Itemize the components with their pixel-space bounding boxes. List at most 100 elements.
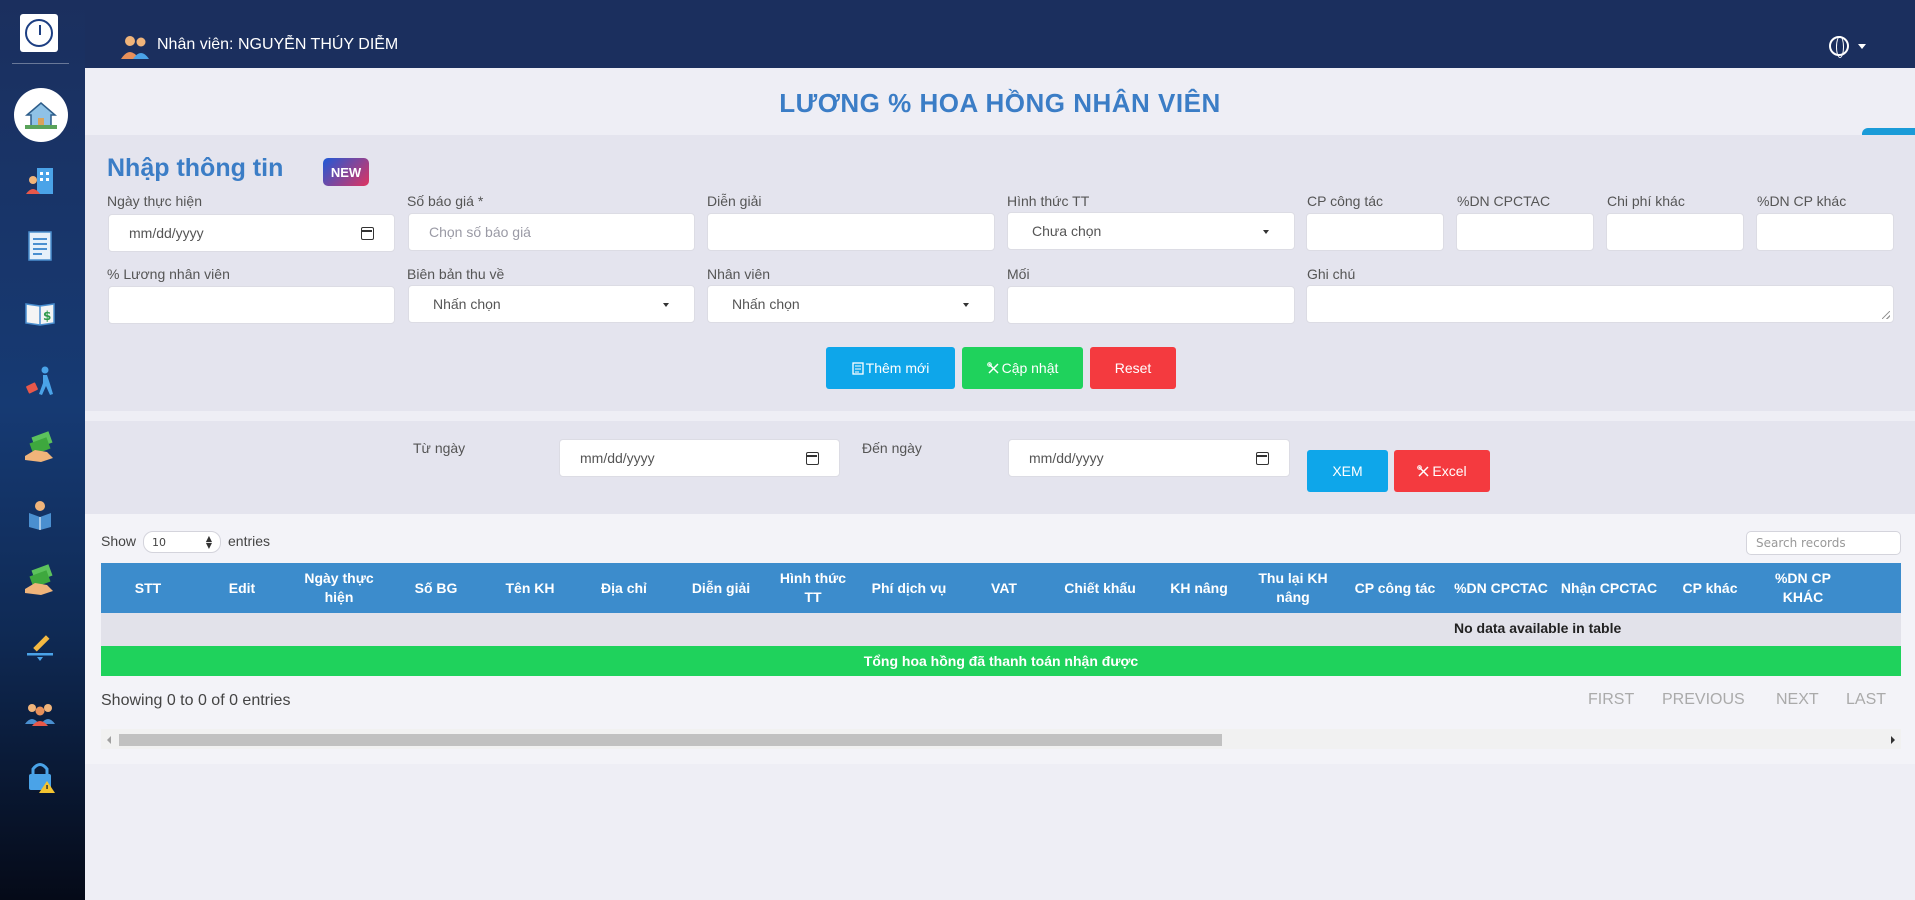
sidebar-item-accounting[interactable]: $ — [21, 294, 59, 332]
column-header[interactable]: Thu lại KH nâng — [1243, 563, 1343, 613]
column-header[interactable]: KH nâng — [1155, 563, 1243, 613]
tools-icon — [1417, 464, 1429, 477]
up-down-icon: ▲ ▼ — [205, 534, 212, 550]
sidebar-item-security[interactable] — [21, 758, 59, 796]
clock-logo-icon — [25, 19, 53, 47]
column-header[interactable]: %DN CP KHÁC — [1757, 563, 1849, 613]
empty-table-row — [101, 613, 1901, 646]
column-header[interactable]: CP khác — [1663, 563, 1757, 613]
add-new-button[interactable]: Thêm mới — [826, 347, 955, 389]
cp-cong-tac-input[interactable] — [1306, 213, 1444, 251]
column-header[interactable]: Số BG — [389, 563, 483, 613]
so-bao-gia-placeholder: Chọn số báo giá — [429, 224, 531, 240]
sidebar-item-home[interactable] — [14, 88, 68, 142]
to-date-input[interactable]: mm/dd/yyyy — [1008, 439, 1290, 477]
money-hand-icon — [25, 564, 53, 595]
money-hand-icon — [25, 431, 53, 462]
search-placeholder: Search records — [1756, 536, 1846, 550]
sidebar-item-business-trip[interactable] — [21, 362, 59, 400]
search-input[interactable]: Search records — [1746, 531, 1901, 555]
table-header: STT Edit Ngày thực hiện Số BG Tên KH Địa… — [101, 563, 1901, 613]
calendar-icon[interactable] — [1256, 452, 1269, 465]
sidebar-item-training[interactable] — [21, 495, 59, 533]
svg-text:$: $ — [43, 309, 51, 323]
label-cp-cong-tac: CP công tác — [1307, 193, 1384, 209]
dien-giai-input[interactable] — [707, 213, 995, 251]
label-dien-giai: Diễn giải — [707, 193, 762, 209]
excel-button[interactable]: Excel — [1394, 450, 1490, 492]
dn-cpctac-input[interactable] — [1456, 213, 1594, 251]
travel-icon — [26, 366, 53, 395]
column-header[interactable]: Nhận CPCTAC — [1555, 563, 1663, 613]
top-bar: Nhân viên: NGUYỄN THÚY DIỄM — [85, 0, 1915, 68]
app-logo[interactable] — [20, 14, 58, 52]
scroll-left-arrow-icon[interactable] — [107, 736, 111, 744]
nhan-vien-select[interactable]: Nhấn chọn — [707, 285, 995, 323]
column-header[interactable]: %DN CPCTAC — [1447, 563, 1555, 613]
column-header[interactable]: Tên KH — [483, 563, 577, 613]
sidebar-item-signing[interactable] — [21, 627, 59, 665]
reader-icon — [29, 501, 51, 530]
label-chi-phi-khac: Chi phí khác — [1607, 193, 1685, 209]
pagination-first[interactable]: FIRST — [1588, 691, 1634, 709]
excel-label: Excel — [1432, 463, 1467, 479]
nhan-vien-value: Nhấn chọn — [732, 296, 800, 312]
ghi-chu-textarea[interactable] — [1306, 285, 1894, 323]
column-header[interactable]: Phí dịch vụ — [855, 563, 963, 613]
page-title: LƯƠNG % HOA HỒNG NHÂN VIÊN — [779, 88, 1221, 118]
calendar-icon[interactable] — [806, 452, 819, 465]
bien-ban-thu-ve-select[interactable]: Nhấn chọn — [408, 285, 695, 323]
so-bao-gia-select[interactable]: Chọn số báo giá — [408, 213, 695, 251]
table-info: Showing 0 to 0 of 0 entries — [101, 692, 291, 709]
document-list-icon — [28, 231, 52, 261]
pagination-last[interactable]: LAST — [1846, 691, 1886, 709]
sidebar-item-employees[interactable] — [21, 694, 59, 732]
sidebar-item-commission[interactable] — [21, 561, 59, 599]
sidebar-item-staff[interactable] — [21, 162, 59, 200]
show-label: Show — [101, 533, 137, 549]
label-nhan-vien: Nhân viên — [707, 266, 771, 282]
column-header[interactable]: Địa chỉ — [577, 563, 671, 613]
label-ghi-chu: Ghi chú — [1307, 266, 1356, 282]
sidebar-item-payments[interactable] — [21, 428, 59, 466]
column-header[interactable]: Diễn giải — [671, 563, 771, 613]
date-placeholder: mm/dd/yyyy — [129, 225, 204, 241]
view-button[interactable]: XEM — [1307, 450, 1388, 492]
update-button[interactable]: Cập nhật — [962, 347, 1083, 389]
chevron-down-icon[interactable] — [1858, 44, 1866, 49]
luong-nhan-vien-input[interactable] — [108, 286, 395, 324]
reset-button[interactable]: Reset — [1090, 347, 1176, 389]
pagination-next[interactable]: NEXT — [1776, 691, 1819, 709]
chevron-down-icon — [1263, 230, 1269, 234]
language-globe-icon[interactable] — [1829, 36, 1849, 58]
label-dn-cpctac: %DN CPCTAC — [1457, 193, 1551, 209]
sidebar-item-documents[interactable] — [21, 227, 59, 265]
column-header[interactable]: Chiết khấu — [1045, 563, 1155, 613]
from-date-input[interactable]: mm/dd/yyyy — [559, 439, 840, 477]
moi-input[interactable] — [1007, 286, 1295, 324]
calendar-icon[interactable] — [361, 227, 374, 240]
column-header[interactable]: Ngày thực hiện — [289, 563, 389, 613]
chi-phi-khac-input[interactable] — [1606, 213, 1744, 251]
hinh-thuc-tt-select[interactable]: Chưa chọn — [1007, 212, 1295, 250]
pagination-previous[interactable]: PREVIOUS — [1662, 691, 1745, 709]
resize-handle[interactable] — [1882, 311, 1890, 319]
column-header[interactable]: CP công tác — [1343, 563, 1447, 613]
add-new-label: Thêm mới — [865, 360, 930, 376]
hinh-thuc-tt-value: Chưa chọn — [1032, 223, 1102, 239]
column-header[interactable]: Edit — [195, 563, 289, 613]
entries-label: entries — [228, 533, 271, 549]
from-date-placeholder: mm/dd/yyyy — [580, 450, 655, 466]
dn-cp-khac-input[interactable] — [1756, 213, 1894, 251]
scrollbar-thumb[interactable] — [119, 734, 1222, 746]
home-icon — [24, 102, 58, 129]
column-header[interactable]: Hình thức TT — [771, 563, 855, 613]
column-header[interactable]: VAT — [963, 563, 1045, 613]
ngay-thuc-hien-input[interactable]: mm/dd/yyyy — [108, 214, 395, 252]
horizontal-scrollbar[interactable] — [101, 729, 1901, 749]
column-header[interactable]: STT — [101, 563, 195, 613]
label-hinh-thuc-tt: Hình thức TT — [1007, 193, 1090, 209]
bien-ban-thu-ve-value: Nhấn chọn — [433, 296, 501, 312]
scroll-right-arrow-icon[interactable] — [1891, 736, 1895, 744]
page-length-select[interactable]: 10 ▲ ▼ — [143, 531, 221, 553]
